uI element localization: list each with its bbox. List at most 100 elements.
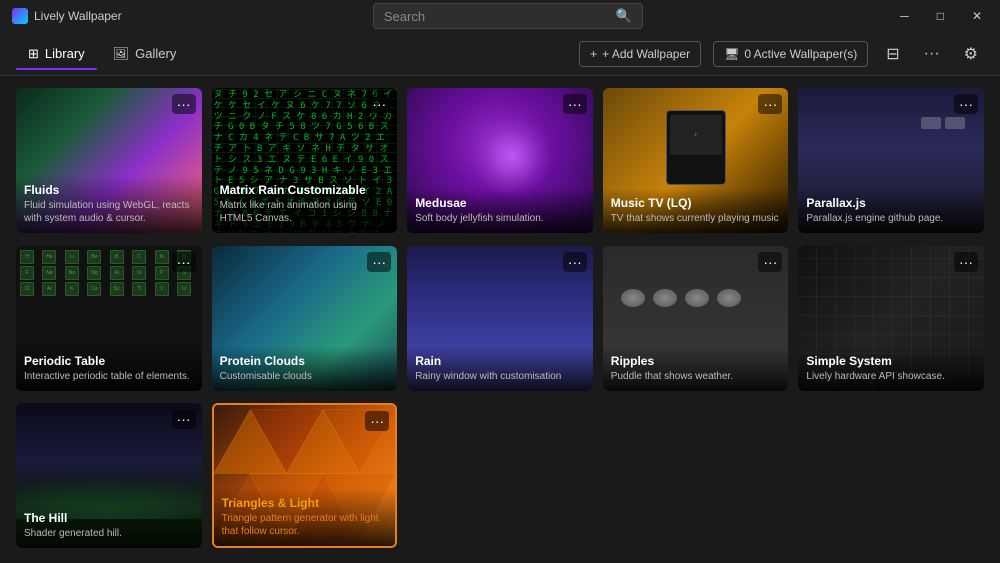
element-cell: Na	[65, 266, 79, 280]
wallpaper-card-simple-system[interactable]: Simple System Lively hardware API showca…	[798, 246, 984, 391]
card-overlay: Rain Rainy window with customisation	[407, 346, 593, 391]
card-menu-button[interactable]: ···	[758, 94, 782, 114]
card-menu-button[interactable]: ···	[563, 252, 587, 272]
card-menu-button[interactable]: ···	[172, 94, 196, 114]
card-title: The Hill	[24, 511, 194, 525]
card-overlay: Ripples Puddle that shows weather.	[603, 346, 789, 391]
tab-library[interactable]: ⊞ Library	[16, 38, 97, 70]
maximize-button[interactable]: □	[931, 7, 950, 25]
card-description: Customisable clouds	[220, 370, 390, 383]
element-cell: Cr	[177, 282, 191, 296]
wallpaper-card-matrix-rain[interactable]: ヌ チ 9 2 セ ア シ ニ C ヌ ネ 7 G イ ケ ケ セ イ ケ ヌ …	[212, 88, 398, 233]
element-cell: Si	[132, 266, 146, 280]
wallpaper-card-music-tv[interactable]: ♪ Music TV (LQ) TV that shows currently …	[603, 88, 789, 233]
wallpaper-card-periodic-table[interactable]: HHeLiBeBCNOFNeNaMgAlSiPSClArKCaScTiVCr P…	[16, 246, 202, 391]
close-button[interactable]: ✕	[966, 7, 988, 25]
element-cell: Ar	[42, 282, 56, 296]
element-cell: Ca	[87, 282, 101, 296]
card-description: Soft body jellyfish simulation.	[415, 212, 585, 225]
active-wallpapers-button[interactable]: 🖥 0 Active Wallpaper(s)	[713, 41, 868, 67]
element-cell: N	[155, 250, 169, 264]
settings-button[interactable]: ⚙	[958, 40, 984, 68]
card-overlay: The Hill Shader generated hill.	[16, 503, 202, 548]
card-overlay: Fluids Fluid simulation using WebGL, rea…	[16, 175, 202, 233]
search-input[interactable]	[384, 9, 610, 24]
card-description: Puddle that shows weather.	[611, 370, 781, 383]
titlebar-center: 🔍	[122, 3, 895, 29]
card-title: Parallax.js	[806, 196, 976, 210]
card-overlay: Periodic Table Interactive periodic tabl…	[16, 346, 202, 391]
card-title: Triangles & Light	[222, 496, 388, 510]
element-cell: He	[42, 250, 56, 264]
element-cell: Al	[110, 266, 124, 280]
add-wallpaper-button[interactable]: + + Add Wallpaper	[579, 41, 701, 67]
toolbar: ⊞ Library 🖼 Gallery + + Add Wallpaper 🖥 …	[0, 32, 1000, 76]
element-cell: P	[155, 266, 169, 280]
card-overlay: Parallax.js Parallax.js engine github pa…	[798, 188, 984, 233]
wallpaper-card-medusae[interactable]: Medusae Soft body jellyfish simulation. …	[407, 88, 593, 233]
minimize-button[interactable]: ─	[894, 7, 915, 25]
element-cell: Ne	[42, 266, 56, 280]
card-title: Periodic Table	[24, 354, 194, 368]
card-menu-button[interactable]: ···	[367, 252, 391, 272]
stone-4	[717, 289, 741, 307]
card-overlay: Simple System Lively hardware API showca…	[798, 346, 984, 391]
card-title: Rain	[415, 354, 585, 368]
card-menu-button[interactable]: ···	[365, 411, 389, 431]
stone-2	[653, 289, 677, 307]
card-menu-button[interactable]: ···	[172, 409, 196, 429]
app-title: Lively Wallpaper	[34, 9, 122, 23]
ripple-stones	[621, 289, 770, 307]
card-title: Matrix Rain Customizable	[220, 183, 390, 197]
wallpaper-grid: Fluids Fluid simulation using WebGL, rea…	[0, 76, 1000, 563]
card-menu-button[interactable]: ···	[954, 252, 978, 272]
card-description: Parallax.js engine github page.	[806, 212, 976, 225]
music-screen: ♪	[670, 115, 722, 155]
element-cell: Ti	[132, 282, 146, 296]
add-wallpaper-label: + Add Wallpaper	[602, 47, 690, 61]
card-menu-button[interactable]: ···	[758, 252, 782, 272]
card-menu-button[interactable]: ···	[367, 94, 391, 114]
tab-gallery-label: Gallery	[135, 46, 176, 61]
gallery-icon: 🖼	[113, 46, 130, 62]
card-description: Matrix like rain animation using HTML5 C…	[220, 199, 390, 225]
card-description: Interactive periodic table of elements.	[24, 370, 194, 383]
card-title: Fluids	[24, 183, 194, 197]
search-bar[interactable]: 🔍	[373, 3, 643, 29]
element-cell: Cl	[20, 282, 34, 296]
add-icon: +	[590, 47, 597, 61]
element-cell: V	[155, 282, 169, 296]
search-icon: 🔍	[616, 8, 632, 24]
card-menu-button[interactable]: ···	[563, 94, 587, 114]
titlebar: Lively Wallpaper 🔍 ─ □ ✕	[0, 0, 1000, 32]
card-description: Fluid simulation using WebGL, reacts wit…	[24, 199, 194, 225]
wallpaper-card-protein-clouds[interactable]: Protein Clouds Customisable clouds ···	[212, 246, 398, 391]
more-options-button[interactable]: ···	[918, 41, 946, 67]
grid-icon: ⊞	[28, 46, 39, 62]
card-menu-button[interactable]: ···	[172, 252, 196, 272]
wallpaper-card-the-hill[interactable]: The Hill Shader generated hill. ···	[16, 403, 202, 548]
toolbar-actions: + + Add Wallpaper 🖥 0 Active Wallpaper(s…	[579, 40, 984, 68]
element-cell: H	[20, 250, 34, 264]
wallpaper-card-triangles-light[interactable]: Triangles & Light Triangle pattern gener…	[212, 403, 398, 548]
element-cell: B	[110, 250, 124, 264]
card-title: Protein Clouds	[220, 354, 390, 368]
jellyfish-glow	[472, 117, 552, 197]
wallpaper-card-fluids[interactable]: Fluids Fluid simulation using WebGL, rea…	[16, 88, 202, 233]
plane-2	[945, 117, 965, 129]
wallpaper-card-parallax[interactable]: Parallax.js Parallax.js engine github pa…	[798, 88, 984, 233]
element-cell: Li	[65, 250, 79, 264]
card-overlay: Triangles & Light Triangle pattern gener…	[214, 488, 396, 546]
tab-gallery[interactable]: 🖼 Gallery	[101, 38, 189, 70]
stone-3	[685, 289, 709, 307]
music-device: ♪	[666, 110, 726, 185]
card-overlay: Matrix Rain Customizable Matrix like rai…	[212, 175, 398, 233]
active-wallpapers-label: 0 Active Wallpaper(s)	[744, 47, 857, 61]
element-cell: C	[132, 250, 146, 264]
card-menu-button[interactable]: ···	[954, 94, 978, 114]
layout-button[interactable]: ⊟	[880, 40, 905, 68]
monitor-icon: 🖥	[724, 47, 739, 61]
wallpaper-card-rain[interactable]: Rain Rainy window with customisation ···	[407, 246, 593, 391]
card-description: Triangle pattern generator with light th…	[222, 512, 388, 538]
wallpaper-card-ripples[interactable]: Ripples Puddle that shows weather. ···	[603, 246, 789, 391]
